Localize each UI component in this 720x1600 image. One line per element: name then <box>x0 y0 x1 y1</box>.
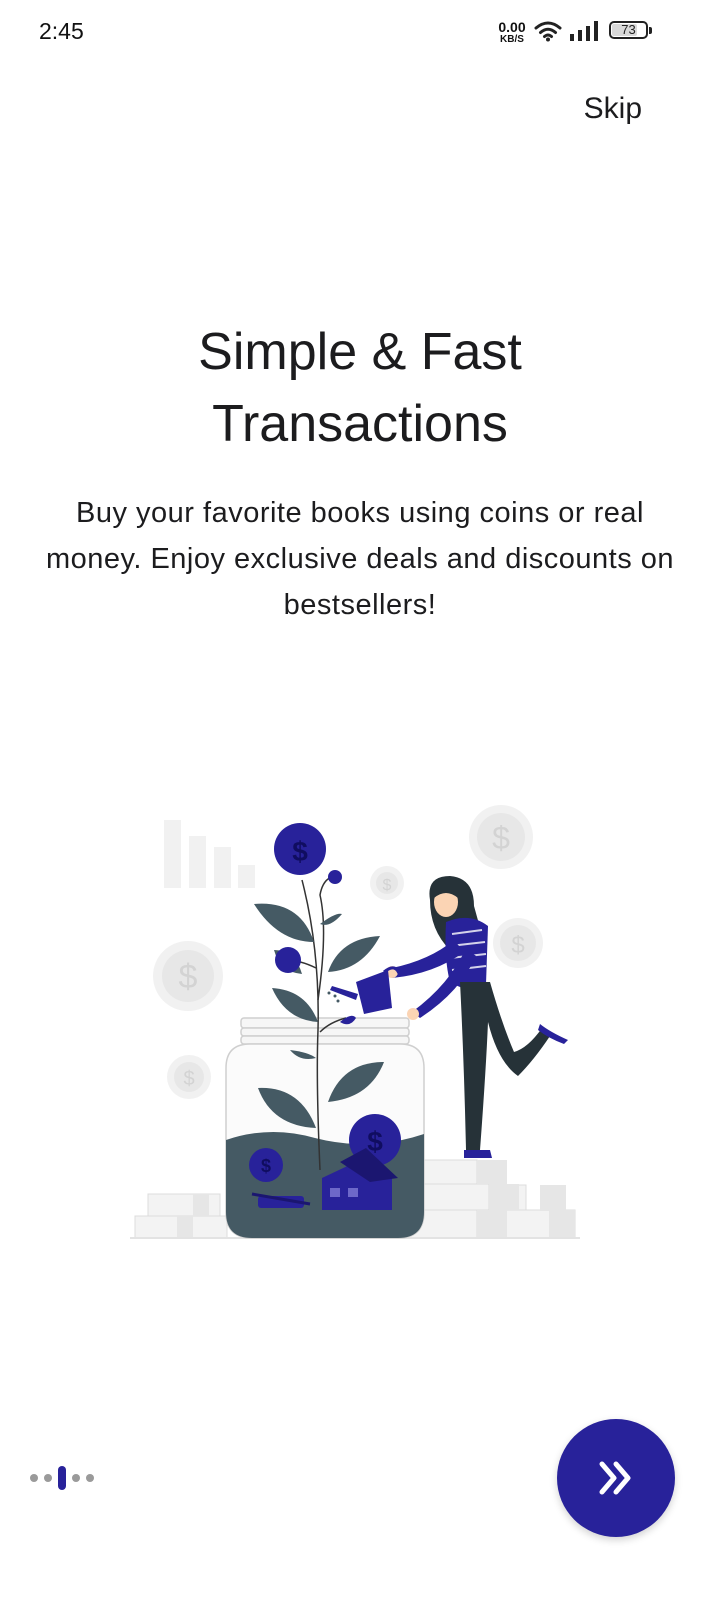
onboarding-title-line1: Simple & Fast <box>198 323 522 381</box>
page-dot <box>44 1474 52 1482</box>
wifi-icon <box>534 21 562 42</box>
skip-button[interactable]: Skip <box>584 92 642 126</box>
status-bar: 2:45 0.00 KB/S 73 <box>0 0 720 66</box>
svg-text:$: $ <box>261 1156 271 1176</box>
page-dot <box>72 1474 80 1482</box>
network-speed-value: 0.00 <box>498 19 526 35</box>
svg-text:$: $ <box>179 958 198 996</box>
background-coin-icon: $ <box>167 1055 211 1099</box>
savings-jar-illustration: $ $ $ $ $ $ $ $ <box>130 805 580 1239</box>
page-dot-active <box>58 1466 66 1490</box>
signal-icon <box>570 21 598 41</box>
network-speed-unit: KB/S <box>500 34 524 45</box>
double-chevron-right-icon <box>599 1461 631 1495</box>
network-speed: 0.00 KB/S <box>494 20 530 45</box>
background-coin-icon: $ <box>370 866 404 900</box>
next-button[interactable] <box>557 1419 675 1537</box>
status-time: 2:45 <box>39 18 84 44</box>
background-coin-icon: $ <box>493 918 543 968</box>
jar-icon: $ $ <box>225 1017 425 1239</box>
battery-icon: 73 <box>609 21 652 39</box>
background-coin-icon: $ <box>469 805 533 869</box>
onboarding-title-line2: Transactions <box>212 395 508 453</box>
svg-text:$: $ <box>292 836 308 867</box>
svg-text:$: $ <box>492 820 510 856</box>
svg-text:$: $ <box>511 932 524 959</box>
page-dot <box>30 1474 38 1482</box>
background-coin-icon: $ <box>153 941 223 1011</box>
svg-text:$: $ <box>183 1068 194 1090</box>
onboarding-description: Buy your favorite books using coins or r… <box>45 497 675 621</box>
onboarding-title: Simple & Fast Transactions <box>40 316 680 460</box>
battery-level: 73 <box>621 22 636 37</box>
svg-text:$: $ <box>383 877 392 894</box>
page-dot <box>86 1474 94 1482</box>
page-indicator <box>30 1465 94 1491</box>
